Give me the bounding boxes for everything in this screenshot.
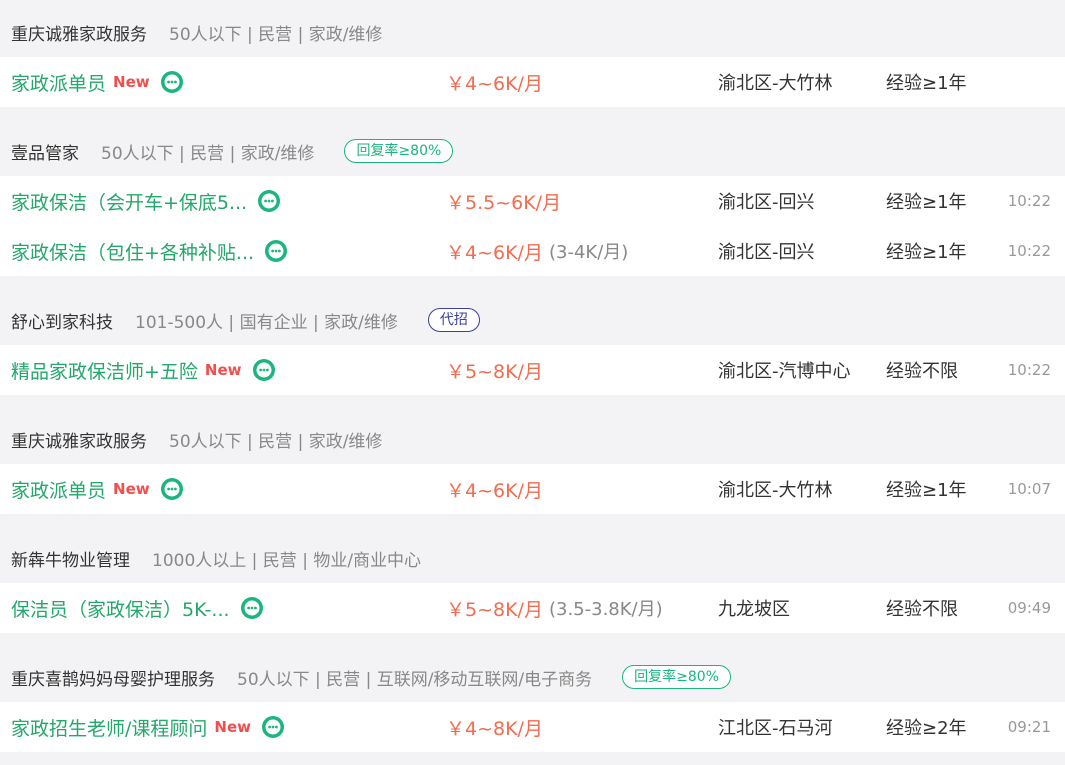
salary: ￥4~6K/月	[446, 479, 543, 502]
post-time: 10:22	[1007, 361, 1051, 379]
job-row[interactable]: 家政派单员 New ￥4~6K/月 渝北区-大竹林 经验≥1年	[0, 57, 1065, 107]
job-row[interactable]: 精品家政保洁师+五险 New ￥5~8K/月 渝北区-汽博中心 经验不限 10:…	[0, 345, 1065, 395]
job-title-group: 家政保洁（会开车+保底5...	[11, 176, 281, 226]
chat-icon[interactable]	[252, 358, 276, 382]
salary: ￥5~8K/月	[446, 598, 543, 621]
job-title-group: 家政派单员 New	[11, 57, 184, 107]
job-title[interactable]: 家政招生老师/课程顾问	[11, 714, 207, 741]
location: 渝北区-回兴	[718, 192, 815, 213]
location: 渝北区-回兴	[718, 242, 815, 263]
company-header: 舒心到家科技 101-500人 | 国有企业 | 家政/维修 代招	[0, 295, 1065, 345]
job-row[interactable]: 家政保洁（包住+各种补贴... ￥4~6K/月 (3-4K/月) 渝北区-回兴 …	[0, 226, 1065, 276]
job-title-group: 家政保洁（包住+各种补贴...	[11, 226, 288, 276]
job-row[interactable]: 家政保洁（会开车+保底5... ￥5.5~6K/月 渝北区-回兴 经验≥1年 1…	[0, 176, 1065, 226]
experience: 经验不限	[886, 361, 958, 382]
company-name[interactable]: 重庆喜鹊妈妈母婴护理服务	[11, 665, 215, 690]
job-title[interactable]: 保洁员（家政保洁）5K-...	[11, 595, 230, 622]
company-name[interactable]: 重庆诚雅家政服务	[11, 20, 147, 45]
company-name[interactable]: 重庆诚雅家政服务	[11, 427, 147, 452]
post-time: 10:07	[1007, 480, 1051, 498]
new-badge: New	[204, 361, 242, 379]
experience: 经验≥1年	[886, 480, 967, 501]
job-row[interactable]: 家政招生老师/课程顾问 New ￥4~8K/月 江北区-石马河 经验≥2年 09…	[0, 702, 1065, 752]
company-header: 重庆喜鹊妈妈母婴护理服务 50人以下 | 民营 | 互联网/移动互联网/电子商务…	[0, 652, 1065, 702]
job-title[interactable]: 家政保洁（包住+各种补贴...	[11, 238, 254, 265]
job-title[interactable]: 家政保洁（会开车+保底5...	[11, 188, 247, 215]
company-meta: 50人以下 | 民营 | 家政/维修	[101, 143, 315, 164]
chat-icon[interactable]	[261, 715, 285, 739]
chat-icon[interactable]	[160, 477, 184, 501]
job-title-group: 家政派单员 New	[11, 464, 184, 514]
company-meta: 50人以下 | 民营 | 互联网/移动互联网/电子商务	[237, 669, 593, 690]
company-meta: 50人以下 | 民营 | 家政/维修	[169, 24, 383, 45]
company-name[interactable]: 壹品管家	[11, 139, 79, 164]
experience: 经验≥1年	[886, 73, 967, 94]
job-row[interactable]: 家政派单员 New ￥4~6K/月 渝北区-大竹林 经验≥1年 10:07	[0, 464, 1065, 514]
location: 渝北区-汽博中心	[718, 361, 851, 382]
company-meta: 1000人以上 | 民营 | 物业/商业中心	[152, 550, 422, 571]
job-title[interactable]: 精品家政保洁师+五险	[11, 357, 198, 384]
job-title-group: 保洁员（家政保洁）5K-...	[11, 583, 264, 633]
salary: ￥4~6K/月	[446, 72, 543, 95]
location: 渝北区-大竹林	[718, 480, 833, 501]
new-badge: New	[214, 718, 251, 736]
salary-group: ￥5.5~6K/月	[446, 176, 561, 226]
post-time: 09:49	[1007, 599, 1051, 617]
salary-group: ￥4~6K/月	[446, 464, 543, 514]
reply-rate-badge: 回复率≥80%	[344, 139, 454, 163]
company-header: 新犇牛物业管理 1000人以上 | 民营 | 物业/商业中心	[0, 533, 1065, 583]
salary: ￥4~8K/月	[446, 717, 543, 740]
job-title-group: 精品家政保洁师+五险 New	[11, 345, 276, 395]
location: 江北区-石马河	[718, 718, 833, 739]
salary-group: ￥5~8K/月 (3.5-3.8K/月)	[446, 583, 663, 633]
job-title-group: 家政招生老师/课程顾问 New	[11, 702, 285, 752]
salary-group: ￥4~6K/月	[446, 57, 543, 107]
experience: 经验不限	[886, 599, 958, 620]
chat-icon[interactable]	[240, 596, 264, 620]
experience: 经验≥2年	[886, 718, 967, 739]
salary-extra: (3.5-3.8K/月)	[548, 599, 663, 620]
chat-icon[interactable]	[264, 239, 288, 263]
job-row[interactable]: 保洁员（家政保洁）5K-... ￥5~8K/月 (3.5-3.8K/月) 九龙坡…	[0, 583, 1065, 633]
salary-group: ￥5~8K/月	[446, 345, 543, 395]
new-badge: New	[113, 73, 150, 91]
salary-extra: (3-4K/月)	[548, 242, 629, 263]
company-header: 重庆诚雅家政服务 50人以下 | 民营 | 家政/维修	[0, 414, 1065, 464]
salary: ￥5~8K/月	[446, 360, 543, 383]
salary: ￥4~6K/月	[446, 241, 543, 264]
company-meta: 101-500人 | 国有企业 | 家政/维修	[135, 312, 398, 333]
experience: 经验≥1年	[886, 242, 967, 263]
post-time: 10:22	[1007, 242, 1051, 260]
post-time: 10:22	[1007, 192, 1051, 210]
company-meta: 50人以下 | 民营 | 家政/维修	[169, 431, 383, 452]
location: 渝北区-大竹林	[718, 73, 833, 94]
job-title[interactable]: 家政派单员	[11, 69, 106, 96]
company-name[interactable]: 舒心到家科技	[11, 308, 113, 333]
job-title[interactable]: 家政派单员	[11, 476, 106, 503]
chat-icon[interactable]	[160, 70, 184, 94]
company-name[interactable]: 新犇牛物业管理	[11, 546, 130, 571]
location: 九龙坡区	[718, 599, 790, 620]
reply-rate-badge: 回复率≥80%	[622, 665, 732, 689]
salary-group: ￥4~8K/月	[446, 702, 543, 752]
agency-badge: 代招	[427, 308, 480, 332]
company-header: 重庆诚雅家政服务 50人以下 | 民营 | 家政/维修	[0, 7, 1065, 57]
salary-group: ￥4~6K/月 (3-4K/月)	[446, 226, 628, 276]
company-header: 壹品管家 50人以下 | 民营 | 家政/维修 回复率≥80%	[0, 126, 1065, 176]
chat-icon[interactable]	[257, 189, 281, 213]
new-badge: New	[113, 480, 150, 498]
salary: ￥5.5~6K/月	[446, 191, 562, 214]
post-time: 09:21	[1007, 718, 1051, 736]
experience: 经验≥1年	[886, 192, 967, 213]
